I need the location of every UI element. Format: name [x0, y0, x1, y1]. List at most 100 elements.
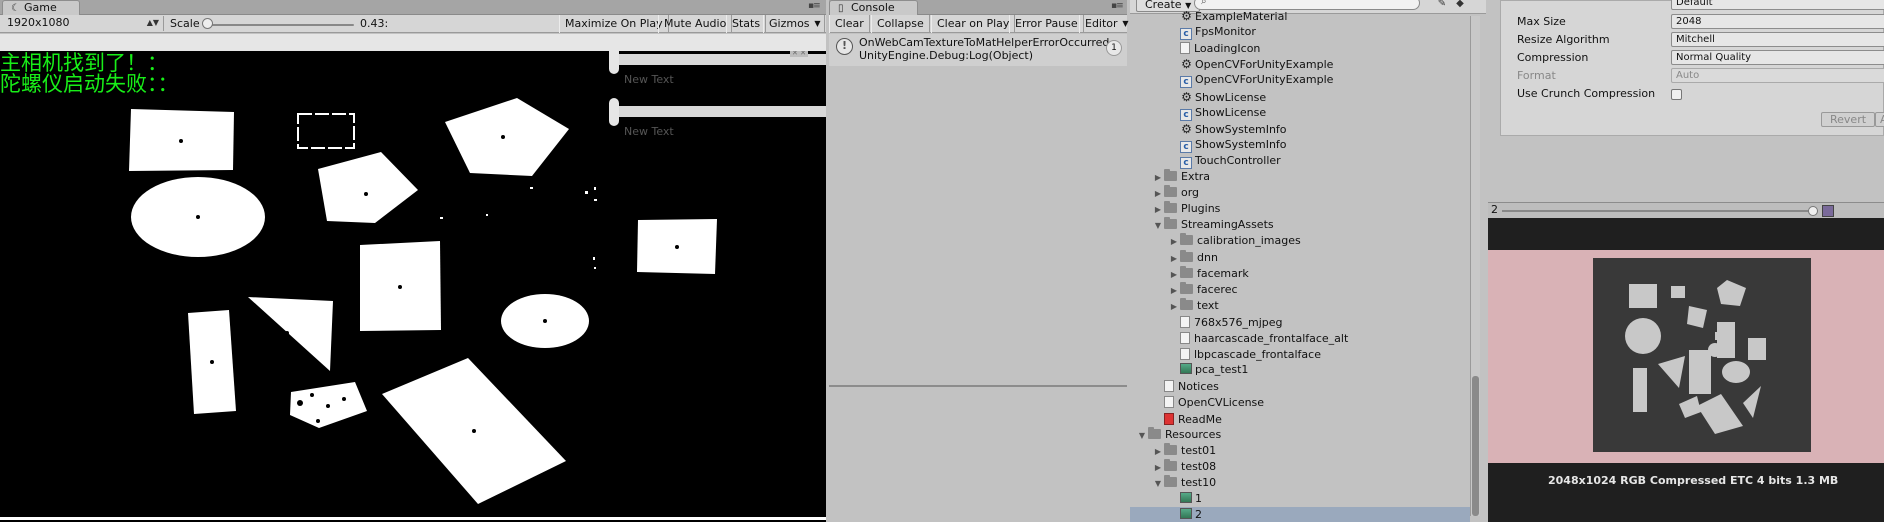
expand-arrow-down-icon[interactable]: ▼ — [1152, 218, 1164, 234]
project-tree-row[interactable]: ▶ text — [1168, 297, 1219, 315]
expand-arrow-right-icon[interactable]: ▶ — [1152, 202, 1164, 218]
folder-icon — [1164, 217, 1177, 230]
project-tree-row[interactable]: OpenCVLicense — [1152, 394, 1264, 410]
expand-arrow-right-icon[interactable]: ▶ — [1168, 251, 1180, 267]
apply-button[interactable]: A — [1875, 112, 1884, 127]
gizmos-button[interactable]: Gizmos ▼ — [763, 15, 825, 33]
project-tree-row[interactable]: ReadMe — [1152, 411, 1222, 427]
project-tree-row[interactable]: c TouchController — [1168, 153, 1281, 169]
game-render[interactable]: 主相机找到了！： 陀螺仪启动失败：： ✕ ✕ New Text New Text — [0, 51, 826, 522]
filter-by-label-icon[interactable]: ◆ — [1452, 0, 1468, 12]
ui-input-knob-2[interactable] — [609, 98, 619, 126]
project-tree-row[interactable]: ▶ test01 — [1152, 442, 1216, 460]
file-icon — [1180, 42, 1190, 55]
mip-slider-knob[interactable] — [1808, 206, 1818, 216]
game-view-area: 主相机找到了！： 陀螺仪启动失败：： ✕ ✕ New Text New Text — [0, 34, 826, 522]
tab-game[interactable]: ☾ Game — [2, 0, 80, 15]
resolution-dropdown[interactable]: 1920x1080 ▲▼ — [2, 16, 164, 31]
scale-label: Scale — [170, 17, 200, 30]
use-crunch-checkbox[interactable] — [1671, 89, 1682, 100]
ui-input-knob-1[interactable] — [609, 51, 619, 74]
mip-slider-track[interactable] — [1502, 210, 1818, 212]
project-tree-row[interactable]: ▶ Extra — [1152, 169, 1210, 185]
collapse-button[interactable]: Collapse — [871, 15, 930, 33]
editor-dropdown[interactable]: Editor ▼ — [1079, 15, 1133, 33]
game-panel-menu-icon[interactable]: ▪≡ — [808, 1, 821, 11]
project-tree-label: 2 — [1195, 508, 1202, 522]
property-select[interactable]: Mitchell — [1671, 32, 1884, 47]
project-tree-row[interactable]: c ShowSystemInfo — [1168, 137, 1287, 153]
project-tree-row[interactable]: c FpsMonitor — [1168, 24, 1256, 41]
project-tree-row[interactable]: ▶ facemark — [1168, 265, 1249, 283]
property-select[interactable]: 2048 — [1671, 14, 1884, 29]
property-select[interactable]: Normal Quality — [1671, 50, 1884, 65]
property-label: Max Size — [1517, 15, 1566, 28]
project-tree-row[interactable]: ⚙ ShowSystemInfo — [1168, 121, 1286, 137]
filter-by-type-icon[interactable]: ✎ — [1434, 0, 1450, 12]
project-tree-row[interactable]: c OpenCVForUnityExample — [1168, 72, 1333, 89]
project-tree-row[interactable]: 768x576_mjpeg — [1168, 314, 1283, 330]
revert-button[interactable]: Revert — [1821, 112, 1876, 127]
channel-toggle-icon[interactable] — [1822, 205, 1834, 217]
expand-arrow-right-icon[interactable]: ▶ — [1168, 283, 1180, 299]
texture-image — [1625, 280, 1766, 434]
gizmos-dropdown-icon: ▼ — [814, 19, 821, 28]
expand-arrow-right-icon[interactable]: ▶ — [1168, 299, 1180, 315]
folder-icon — [1180, 249, 1193, 262]
mute-audio-button[interactable]: Mute Audio — [658, 15, 733, 33]
project-tree-row[interactable]: ▼ StreamingAssets — [1152, 217, 1274, 233]
project-tree-row[interactable]: c ShowLicense — [1168, 105, 1266, 121]
clear-button[interactable]: Clear — [829, 15, 870, 33]
log-entry[interactable]: ! OnWebCamTextureToMatHelperErrorOccurre… — [829, 34, 1127, 66]
project-tree-row[interactable]: Notices — [1152, 378, 1219, 394]
console-menu-icon[interactable]: ▪≡ — [1111, 1, 1124, 11]
project-tree-row[interactable]: ▼ Resources — [1136, 426, 1221, 444]
tab-console[interactable]: ▯ Console — [829, 0, 918, 15]
expand-arrow-right-icon[interactable]: ▶ — [1152, 170, 1164, 186]
scale-slider-knob[interactable] — [202, 18, 213, 29]
file-icon — [1164, 380, 1174, 393]
expand-arrow-right-icon[interactable]: ▶ — [1152, 460, 1164, 476]
scale-slider-track[interactable] — [208, 24, 354, 26]
project-tree-row[interactable]: ▶ calibration_images — [1168, 233, 1301, 249]
property-label: Resize Algorithm — [1517, 33, 1610, 46]
ui-input-close-icon[interactable]: ✕ ✕ — [790, 51, 808, 57]
project-tree-row[interactable]: ▶ org — [1152, 185, 1199, 201]
expand-arrow-right-icon[interactable]: ▶ — [1168, 234, 1180, 250]
project-tree-row[interactable]: ⚙ ExampleMaterial — [1168, 8, 1287, 24]
project-tree-row[interactable]: haarcascade_frontalface_alt — [1168, 330, 1348, 346]
error-pause-button[interactable]: Error Pause — [1009, 15, 1084, 33]
expand-arrow-right-icon[interactable]: ▶ — [1152, 186, 1164, 202]
project-tree-row[interactable]: 2 — [1130, 507, 1470, 522]
platform-default-field[interactable]: Default — [1671, 0, 1884, 10]
gizmos-label: Gizmos — [769, 17, 810, 30]
expand-arrow-right-icon[interactable]: ▶ — [1168, 267, 1180, 283]
info-icon: ! — [836, 38, 853, 55]
project-tree-row[interactable]: ▶ facerec — [1168, 281, 1238, 299]
folder-icon — [1180, 281, 1193, 294]
ui-input-bar-2[interactable] — [614, 106, 826, 117]
import-settings-box: Default Max Size 2048 Resize Algorithm Mitc… — [1500, 0, 1884, 136]
ui-input-placeholder-1: New Text — [624, 73, 674, 86]
expand-arrow-right-icon[interactable]: ▶ — [1152, 444, 1164, 460]
maximize-on-play-button[interactable]: Maximize On Play — [559, 15, 669, 33]
project-panel: Create ▼ ⌕ ✎ ◆ ⚙ ExampleMaterial c FpsMonit… — [1130, 0, 1486, 522]
stats-button[interactable]: Stats — [726, 15, 767, 33]
project-tree-row[interactable]: ⚙ ShowLicense — [1168, 89, 1266, 105]
project-tree-row[interactable]: ⚙ OpenCVForUnityExample — [1168, 56, 1333, 72]
clear-on-play-button[interactable]: Clear on Play — [931, 15, 1016, 33]
project-tree-label: LoadingIcon — [1194, 42, 1261, 56]
project-tree-row[interactable]: 1 — [1168, 491, 1202, 507]
expand-arrow-down-icon[interactable]: ▼ — [1136, 428, 1148, 444]
expand-arrow-down-icon[interactable]: ▼ — [1152, 476, 1164, 492]
project-tree-row[interactable]: LoadingIcon — [1168, 40, 1260, 56]
project-tree-row[interactable]: ▼ test10 — [1152, 474, 1216, 492]
project-scrollbar[interactable] — [1470, 16, 1480, 516]
project-tree-row[interactable]: ▶ Plugins — [1152, 201, 1220, 217]
project-tree-row[interactable]: lbpcascade_frontalface — [1168, 346, 1321, 362]
project-tree-row[interactable]: pca_test1 — [1168, 362, 1248, 378]
project-tree-row[interactable]: ▶ dnn — [1168, 249, 1218, 267]
project-scroll-thumb[interactable] — [1472, 376, 1479, 516]
project-tree-label: 768x576_mjpeg — [1194, 315, 1283, 329]
project-tree-row[interactable]: ▶ test08 — [1152, 458, 1216, 476]
